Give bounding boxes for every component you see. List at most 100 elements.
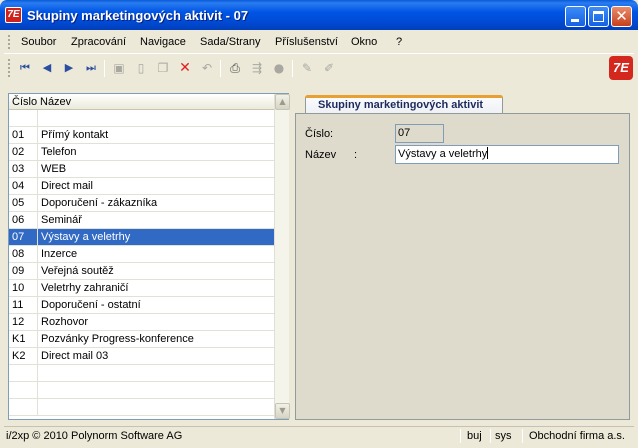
- status-copyright: i/2xp © 2010 Polynorm Software AG: [6, 430, 183, 442]
- menu-okno[interactable]: Okno: [351, 36, 377, 49]
- column-header-nazev[interactable]: Název: [40, 96, 71, 108]
- cell-cislo: 09: [9, 263, 38, 279]
- cell-nazev: Doporučení - zákazníka: [41, 197, 158, 209]
- table-row[interactable]: [9, 110, 274, 127]
- cell-nazev: [39, 110, 274, 126]
- table-row[interactable]: 12 Rozhovor: [9, 314, 274, 331]
- toolbar-separator: [292, 60, 293, 77]
- cell-nazev: [39, 382, 274, 398]
- tab-accent: [305, 95, 503, 98]
- menu-zpracovani[interactable]: Zpracování: [71, 36, 126, 49]
- menu-prislusenstvi[interactable]: Příslušenství: [275, 36, 338, 49]
- maximize-button[interactable]: [588, 6, 609, 27]
- table-row[interactable]: [9, 382, 274, 399]
- status-company: Obchodní firma a.s.: [529, 430, 625, 442]
- menu-help[interactable]: ?: [396, 36, 402, 49]
- new-icon[interactable]: ▯: [132, 59, 150, 77]
- cell-nazev: Veletrhy zahraničí: [41, 282, 129, 294]
- cell-nazev: [39, 365, 274, 381]
- scroll-down-icon[interactable]: ▼: [275, 403, 290, 419]
- maximize-icon: [593, 11, 604, 22]
- cell-nazev: Inzerce: [41, 248, 78, 260]
- edit-pencil-2-icon[interactable]: ✐: [320, 59, 338, 77]
- table-row[interactable]: 10 Veletrhy zahraničí: [9, 280, 274, 297]
- cell-nazev: Direct mail: [41, 180, 93, 192]
- edit-pencil-icon[interactable]: ✎: [298, 59, 316, 77]
- title-bar[interactable]: 7E Skupiny marketingových aktivit - 07 ✕: [0, 0, 638, 30]
- table-row[interactable]: 07 Výstavy a veletrhy: [9, 229, 274, 246]
- detail-panel: Číslo: 07 Název : Výstavy a veletrhy: [295, 113, 630, 420]
- cislo-value: 07: [398, 127, 411, 139]
- nazev-colon: :: [354, 149, 358, 161]
- cell-nazev: Veřejná soutěž: [41, 265, 114, 277]
- app-logo: 7E: [609, 56, 633, 80]
- scroll-up-icon[interactable]: ▲: [275, 94, 290, 110]
- table-row[interactable]: 03 WEB: [9, 161, 274, 178]
- cell-cislo: 11: [9, 297, 38, 313]
- next-record-icon[interactable]: ▶: [60, 59, 78, 77]
- cell-nazev: Přímý kontakt: [41, 129, 109, 141]
- cell-cislo: 06: [9, 212, 38, 228]
- minimize-button[interactable]: [565, 6, 586, 27]
- table-row[interactable]: K2 Direct mail 03: [9, 348, 274, 365]
- first-record-icon[interactable]: ⏮: [16, 59, 34, 77]
- save-icon[interactable]: ▣: [110, 59, 128, 77]
- table-row[interactable]: 11 Doporučení - ostatní: [9, 297, 274, 314]
- nazev-label: Název: [305, 149, 337, 161]
- status-separator: [460, 429, 461, 443]
- cell-nazev: Direct mail 03: [41, 350, 109, 362]
- status-separator: [490, 429, 491, 443]
- close-button[interactable]: ✕: [611, 6, 632, 27]
- cell-cislo: 03: [9, 161, 38, 177]
- menu-soubor[interactable]: Soubor: [21, 36, 56, 49]
- print-icon[interactable]: ⎙: [226, 59, 244, 77]
- status-user: buj: [467, 430, 482, 442]
- menu-sada-strany[interactable]: Sada/Strany: [200, 36, 261, 49]
- cell-cislo: K1: [9, 331, 38, 347]
- cislo-field: 07: [395, 124, 444, 143]
- table-row[interactable]: K1 Pozvánky Progress-konference: [9, 331, 274, 348]
- cell-cislo: 05: [9, 195, 38, 211]
- status-separator: [522, 429, 523, 443]
- tab-label: Skupiny marketingových aktivit: [318, 99, 484, 111]
- table-row[interactable]: 08 Inzerce: [9, 246, 274, 263]
- menu-navigace[interactable]: Navigace: [140, 36, 186, 49]
- close-icon: ✕: [615, 7, 628, 25]
- tab-skupiny-marketingovych-aktivit[interactable]: Skupiny marketingových aktivit: [305, 95, 503, 114]
- cell-nazev: Pozvánky Progress-konference: [41, 333, 194, 345]
- table-row[interactable]: 01 Přímý kontakt: [9, 127, 274, 144]
- export-icon[interactable]: ⇶: [248, 59, 266, 77]
- records-grid[interactable]: Číslo Název 01 Přímý kontakt 02 Telefon 03 WE…: [8, 93, 290, 420]
- toolbar: ⏮ ◀ ▶ ⏭ ▣ ▯ ❐ ✕ ↶ ⎙ ⇶ ● ✎ ✐ 7E: [4, 53, 634, 81]
- column-header-cislo[interactable]: Číslo: [12, 96, 37, 108]
- cell-cislo: [9, 399, 38, 415]
- table-row[interactable]: 09 Veřejná soutěž: [9, 263, 274, 280]
- cell-cislo: 02: [9, 144, 38, 160]
- table-row[interactable]: 05 Doporučení - zákazníka: [9, 195, 274, 212]
- vertical-scrollbar[interactable]: ▲ ▼: [274, 94, 290, 419]
- menu-bar: Soubor Zpracování Navigace Sada/Strany P…: [4, 32, 634, 52]
- copy-icon[interactable]: ❐: [154, 59, 172, 77]
- minimize-icon: [571, 19, 579, 22]
- cell-cislo: [9, 365, 38, 381]
- table-row[interactable]: [9, 365, 274, 382]
- nazev-input[interactable]: Výstavy a veletrhy: [395, 145, 619, 164]
- previous-record-icon[interactable]: ◀: [38, 59, 56, 77]
- delete-icon[interactable]: ✕: [176, 59, 194, 77]
- grid-header: Číslo Název: [9, 94, 274, 110]
- undo-icon[interactable]: ↶: [198, 59, 216, 77]
- app-icon: 7E: [5, 7, 22, 23]
- table-row[interactable]: 02 Telefon: [9, 144, 274, 161]
- cell-cislo: [9, 110, 38, 126]
- record-icon[interactable]: ●: [270, 59, 288, 77]
- cell-nazev: [39, 399, 274, 415]
- last-record-icon[interactable]: ⏭: [82, 59, 100, 77]
- table-row[interactable]: [9, 399, 274, 416]
- cell-cislo: 01: [9, 127, 38, 143]
- cell-cislo: 04: [9, 178, 38, 194]
- table-row[interactable]: 04 Direct mail: [9, 178, 274, 195]
- table-row[interactable]: 06 Seminář: [9, 212, 274, 229]
- cell-nazev: Výstavy a veletrhy: [41, 231, 131, 243]
- toolbar-separator: [220, 60, 221, 77]
- window-title: Skupiny marketingových aktivit - 07: [27, 8, 249, 23]
